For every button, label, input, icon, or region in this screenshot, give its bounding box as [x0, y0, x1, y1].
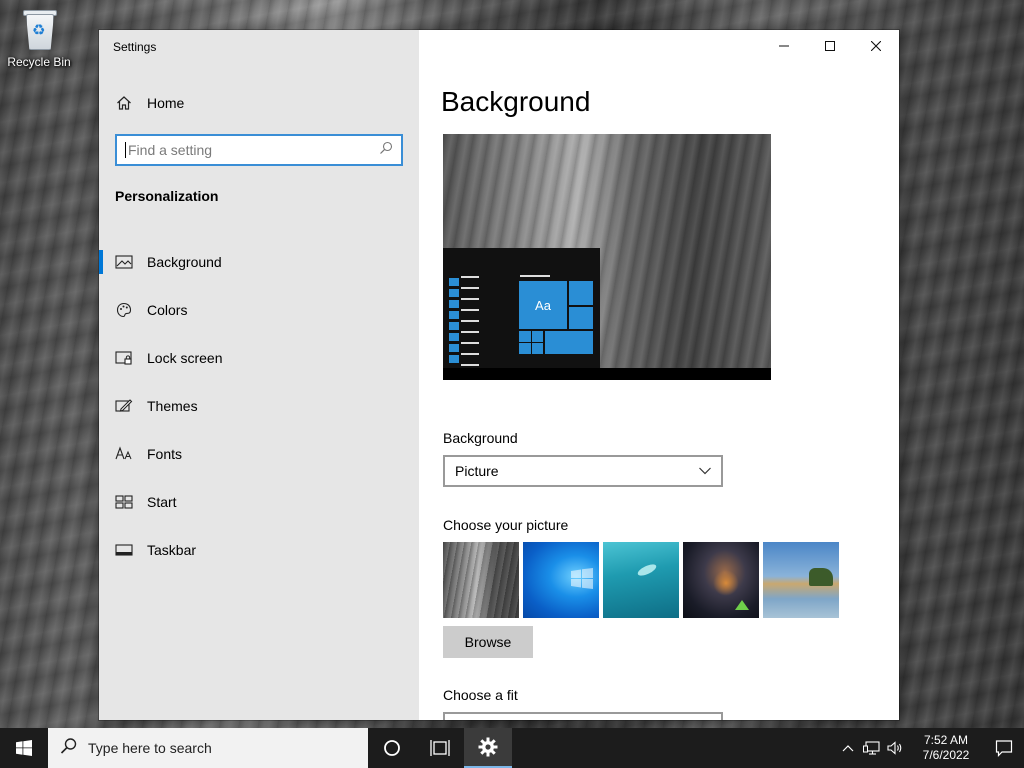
- sidebar-item-label: Start: [147, 494, 177, 510]
- start-button[interactable]: [0, 728, 48, 768]
- sidebar: Settings Home Personalization Background: [99, 30, 419, 720]
- window-controls: [761, 30, 899, 62]
- fonts-icon: [115, 445, 133, 463]
- minimize-icon: [779, 45, 789, 47]
- sidebar-item-background[interactable]: Background: [99, 238, 419, 286]
- close-icon: [871, 41, 881, 51]
- sidebar-item-themes[interactable]: Themes: [99, 382, 419, 430]
- network-icon: [863, 741, 880, 755]
- nav-home[interactable]: Home: [99, 88, 419, 118]
- desktop-icon-recycle-bin[interactable]: ♻ Recycle Bin: [4, 6, 74, 69]
- sidebar-item-label: Background: [147, 254, 222, 270]
- search-icon: [60, 737, 78, 760]
- sidebar-item-label: Colors: [147, 302, 188, 318]
- sidebar-item-label: Themes: [147, 398, 198, 414]
- sidebar-item-label: Lock screen: [147, 350, 223, 366]
- taskbar-search-placeholder: Type here to search: [88, 740, 212, 756]
- sidebar-item-start[interactable]: Start: [99, 478, 419, 526]
- picture-icon: [115, 253, 133, 271]
- system-tray: 7:52 AM 7/6/2022: [836, 728, 1024, 768]
- volume-icon: [887, 741, 902, 755]
- nav-list: Background Colors Lock screen Themes Fon…: [99, 238, 419, 574]
- search-icon[interactable]: [379, 141, 393, 160]
- nav-home-label: Home: [147, 95, 185, 111]
- background-preview: Aa: [443, 134, 771, 380]
- background-dropdown-value: Picture: [455, 463, 499, 479]
- start-icon: [115, 493, 133, 511]
- sidebar-item-fonts[interactable]: Fonts: [99, 430, 419, 478]
- picture-thumbnails: [443, 542, 839, 618]
- sidebar-item-label: Taskbar: [147, 542, 197, 558]
- windows-logo-icon: [16, 740, 32, 756]
- gear-icon: [478, 737, 498, 757]
- taskbar: Type here to search 7:52 AM 7/6/2022: [0, 728, 1024, 768]
- background-dropdown[interactable]: Picture: [443, 455, 723, 487]
- maximize-button[interactable]: [807, 30, 853, 62]
- network-button[interactable]: [860, 728, 884, 768]
- lock-screen-icon: [115, 349, 133, 367]
- sidebar-item-colors[interactable]: Colors: [99, 286, 419, 334]
- settings-taskbar-button[interactable]: [464, 728, 512, 768]
- sidebar-item-taskbar[interactable]: Taskbar: [99, 526, 419, 574]
- taskbar-search[interactable]: Type here to search: [48, 728, 368, 768]
- picture-thumbnail[interactable]: [523, 542, 599, 618]
- page-title: Background: [441, 86, 591, 117]
- task-view-button[interactable]: [416, 728, 464, 768]
- picture-thumbnail[interactable]: [603, 542, 679, 618]
- picture-thumbnail[interactable]: [683, 542, 759, 618]
- close-button[interactable]: [853, 30, 899, 62]
- volume-button[interactable]: [884, 728, 908, 768]
- picture-thumbnail[interactable]: [763, 542, 839, 618]
- cortana-icon: [384, 740, 400, 756]
- cortana-button[interactable]: [368, 728, 416, 768]
- fit-dropdown[interactable]: [443, 712, 723, 720]
- content-pane: Background Aa Background Picture Choose …: [419, 30, 899, 720]
- maximize-icon: [825, 41, 835, 51]
- chevron-down-icon: [699, 462, 711, 480]
- picture-thumbnail[interactable]: [443, 542, 519, 618]
- section-title: Personalization: [115, 188, 219, 204]
- chevron-up-icon: [842, 745, 854, 752]
- clock-date: 7/6/2022: [922, 748, 970, 762]
- recycle-bin-icon: ♻: [20, 6, 58, 52]
- action-center-button[interactable]: [984, 728, 1024, 768]
- notification-icon: [995, 740, 1013, 757]
- background-label: Background: [443, 430, 518, 446]
- themes-icon: [115, 397, 133, 415]
- clock-time: 7:52 AM: [923, 733, 969, 747]
- settings-search[interactable]: [115, 134, 403, 166]
- desktop-icon-label: Recycle Bin: [7, 55, 71, 69]
- choose-fit-label: Choose a fit: [443, 687, 518, 703]
- search-input[interactable]: [125, 142, 379, 158]
- task-view-icon: [430, 740, 450, 756]
- settings-window: Settings Home Personalization Background: [99, 30, 899, 720]
- sidebar-item-label: Fonts: [147, 446, 183, 462]
- show-hidden-icons-button[interactable]: [836, 728, 860, 768]
- preview-start-menu: Aa: [443, 248, 600, 368]
- palette-icon: [115, 301, 133, 319]
- clock[interactable]: 7:52 AM 7/6/2022: [914, 733, 978, 763]
- window-title: Settings: [113, 40, 157, 54]
- browse-button[interactable]: Browse: [443, 626, 533, 658]
- preview-taskbar: [443, 368, 771, 380]
- choose-picture-label: Choose your picture: [443, 517, 569, 533]
- minimize-button[interactable]: [761, 30, 807, 62]
- home-icon: [115, 94, 133, 112]
- taskbar-icon: [115, 541, 133, 559]
- sidebar-item-lock-screen[interactable]: Lock screen: [99, 334, 419, 382]
- preview-tile: Aa: [519, 281, 567, 329]
